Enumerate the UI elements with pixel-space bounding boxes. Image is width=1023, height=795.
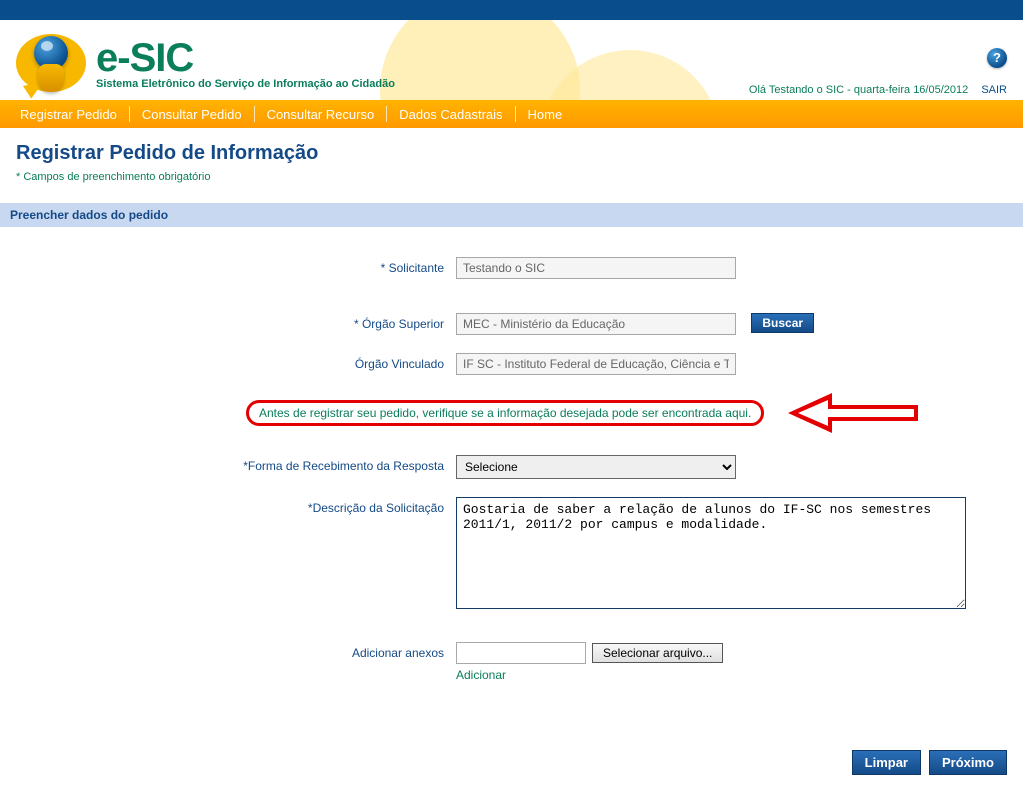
required-note: * Campos de preenchimento obrigatório bbox=[16, 171, 1007, 183]
solicitante-input bbox=[456, 257, 736, 279]
label-orgao-vinculado: Órgão Vinculado bbox=[16, 353, 456, 371]
top-bar bbox=[0, 0, 1023, 20]
nav-consultar-recurso[interactable]: Consultar Recurso bbox=[255, 107, 387, 122]
nav-dados-cadastrais[interactable]: Dados Cadastrais bbox=[387, 107, 514, 122]
buscar-button[interactable]: Buscar bbox=[751, 313, 814, 333]
verify-info-link[interactable]: Antes de registrar seu pedido, verifique… bbox=[246, 400, 764, 426]
limpar-button[interactable]: Limpar bbox=[852, 750, 921, 775]
descricao-textarea[interactable] bbox=[456, 497, 966, 609]
greeting-text: Olá Testando o SIC - quarta-feira 16/05/… bbox=[749, 84, 968, 96]
label-descricao: *Descrição da Solicitação bbox=[16, 497, 456, 515]
brand-title: e-SIC bbox=[96, 38, 395, 78]
arrow-annotation-icon bbox=[788, 393, 928, 433]
label-forma-recebimento: *Forma de Recebimento da Resposta bbox=[16, 455, 456, 473]
label-anexos: Adicionar anexos bbox=[16, 642, 456, 660]
page-title: Registrar Pedido de Informação bbox=[16, 142, 1007, 165]
file-name-box bbox=[456, 642, 586, 664]
brand-subtitle: Sistema Eletrônico do Serviço de Informa… bbox=[96, 78, 395, 90]
label-orgao-superior: * Órgão Superior bbox=[16, 313, 456, 331]
nav-home[interactable]: Home bbox=[516, 107, 575, 122]
orgao-vinculado-input bbox=[456, 353, 736, 375]
logout-link[interactable]: SAIR bbox=[981, 84, 1007, 96]
section-title: Preencher dados do pedido bbox=[0, 203, 1023, 227]
nav-registrar-pedido[interactable]: Registrar Pedido bbox=[8, 107, 129, 122]
select-file-button[interactable]: Selecionar arquivo... bbox=[592, 643, 723, 663]
nav-bar: Registrar Pedido Consultar Pedido Consul… bbox=[0, 100, 1023, 128]
label-solicitante: * Solicitante bbox=[16, 257, 456, 275]
orgao-superior-input bbox=[456, 313, 736, 335]
proximo-button[interactable]: Próximo bbox=[929, 750, 1007, 775]
help-icon[interactable]: ? bbox=[987, 48, 1007, 68]
header: e-SIC Sistema Eletrônico do Serviço de I… bbox=[0, 20, 1023, 100]
info-bubble-icon bbox=[16, 28, 88, 100]
nav-consultar-pedido[interactable]: Consultar Pedido bbox=[130, 107, 254, 122]
greeting: Olá Testando o SIC - quarta-feira 16/05/… bbox=[749, 84, 1007, 96]
forma-recebimento-select[interactable]: Selecione bbox=[456, 455, 736, 479]
add-attachment-link[interactable]: Adicionar bbox=[456, 668, 506, 682]
